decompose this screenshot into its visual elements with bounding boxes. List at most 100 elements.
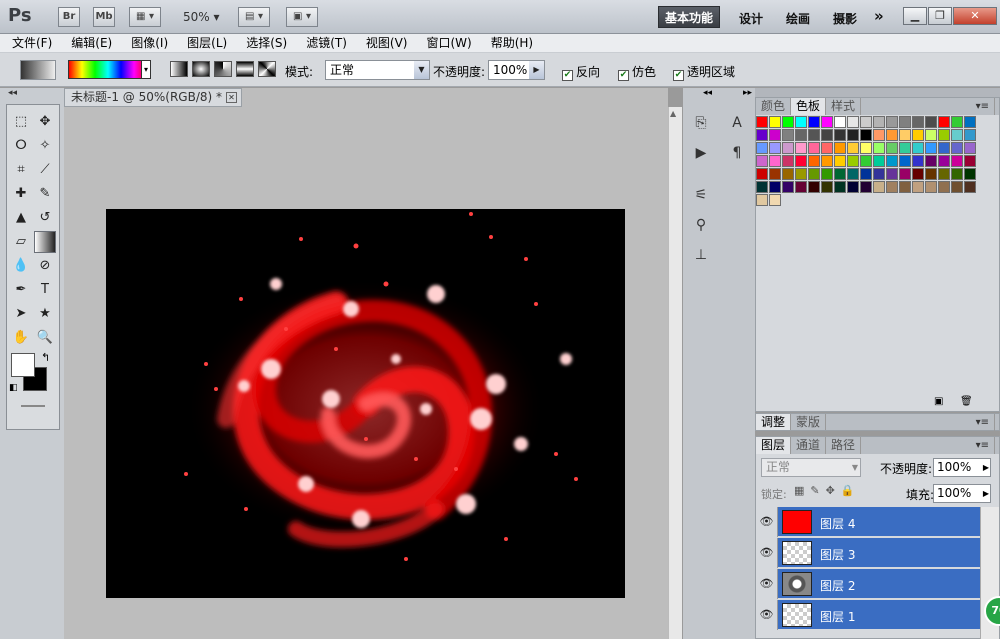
- visibility-eye-icon[interactable]: 👁: [756, 569, 778, 599]
- color-swatch[interactable]: [938, 142, 950, 154]
- color-swatch[interactable]: [938, 155, 950, 167]
- slider-arrow-icon[interactable]: ▶: [529, 61, 544, 79]
- color-swatch[interactable]: [873, 116, 885, 128]
- workspace-design[interactable]: 设计: [739, 10, 763, 27]
- diamond-gradient-icon[interactable]: [258, 61, 276, 77]
- color-swatch[interactable]: [756, 194, 768, 206]
- screen-mode-icon[interactable]: ▣ ▾: [286, 7, 318, 27]
- vertical-scrollbar[interactable]: ▲: [668, 107, 682, 639]
- lock-image-icon[interactable]: ✎: [810, 484, 825, 497]
- magic-wand-tool-icon[interactable]: ✧: [34, 135, 56, 157]
- move-tool-icon[interactable]: ✥: [34, 111, 56, 133]
- layer-row-3[interactable]: 👁 图层 3: [756, 538, 980, 568]
- color-swatch[interactable]: [769, 116, 781, 128]
- color-swatch[interactable]: [899, 142, 911, 154]
- color-swatch[interactable]: [925, 129, 937, 141]
- visibility-eye-icon[interactable]: 👁: [756, 600, 778, 630]
- marquee-tool-icon[interactable]: ⬚: [10, 111, 32, 133]
- color-swatch[interactable]: [860, 129, 872, 141]
- color-swatch[interactable]: [808, 142, 820, 154]
- tab-adjustments[interactable]: 调整: [756, 414, 792, 430]
- color-swatch[interactable]: [769, 168, 781, 180]
- color-swatch[interactable]: [821, 142, 833, 154]
- color-swatch[interactable]: [925, 181, 937, 193]
- menu-edit[interactable]: 编辑(E): [71, 34, 112, 52]
- color-swatch[interactable]: [756, 181, 768, 193]
- color-swatch[interactable]: [860, 142, 872, 154]
- color-swatch[interactable]: [808, 129, 820, 141]
- color-swatch[interactable]: [860, 168, 872, 180]
- clone-stamp-tool-icon[interactable]: ▲: [10, 207, 32, 229]
- actions-panel-icon[interactable]: ▶: [689, 142, 713, 164]
- color-swatch[interactable]: [834, 155, 846, 167]
- new-swatch-icon[interactable]: ▣: [934, 396, 943, 407]
- lock-all-icon[interactable]: 🔒: [841, 484, 861, 497]
- collapse-tools-icon[interactable]: ◂◂: [8, 88, 17, 98]
- brush-tool-icon[interactable]: ✎: [34, 183, 56, 205]
- color-swatch[interactable]: [964, 116, 976, 128]
- type-tool-icon[interactable]: T: [34, 279, 56, 301]
- bridge-button[interactable]: Br: [58, 7, 80, 27]
- zoom-level[interactable]: 50% ▾: [183, 10, 220, 24]
- reverse-checkbox[interactable]: ✔ 反向: [562, 63, 600, 81]
- color-swatch[interactable]: [886, 129, 898, 141]
- color-swatch[interactable]: [769, 129, 781, 141]
- tab-swatches[interactable]: 色板: [791, 98, 827, 115]
- color-swatch[interactable]: [860, 155, 872, 167]
- tool-presets-icon[interactable]: ⊥: [689, 244, 713, 266]
- color-swatch[interactable]: [873, 142, 885, 154]
- color-swatch[interactable]: [821, 168, 833, 180]
- reflected-gradient-icon[interactable]: [236, 61, 254, 77]
- color-swatch[interactable]: [964, 142, 976, 154]
- color-swatch[interactable]: [847, 116, 859, 128]
- color-swatch[interactable]: [938, 181, 950, 193]
- minimize-icon[interactable]: ▁: [903, 7, 927, 25]
- tool-preset-picker[interactable]: [20, 60, 56, 80]
- color-swatch[interactable]: [886, 142, 898, 154]
- mini-bridge-button[interactable]: Mb: [93, 7, 115, 27]
- expand-dock-icon[interactable]: ◂◂: [703, 88, 712, 98]
- color-swatch[interactable]: [808, 168, 820, 180]
- color-swatch[interactable]: [860, 181, 872, 193]
- color-swatch[interactable]: [925, 168, 937, 180]
- document-tab[interactable]: 未标题-1 @ 50%(RGB/8) * ✕: [64, 88, 242, 107]
- transparency-checkbox[interactable]: ✔ 透明区域: [673, 63, 735, 81]
- swap-colors-icon[interactable]: ↰: [41, 351, 50, 364]
- color-swatch[interactable]: [912, 142, 924, 154]
- color-swatch[interactable]: [769, 194, 781, 206]
- color-swatch[interactable]: [886, 168, 898, 180]
- gradient-editor-swatch[interactable]: [68, 60, 148, 79]
- paragraph-panel-icon[interactable]: ¶: [725, 142, 749, 164]
- color-swatch[interactable]: [886, 155, 898, 167]
- color-swatch[interactable]: [886, 181, 898, 193]
- color-swatch[interactable]: [834, 116, 846, 128]
- character-panel-icon[interactable]: A: [725, 112, 749, 134]
- menu-layer[interactable]: 图层(L): [187, 34, 227, 52]
- color-swatch[interactable]: [795, 116, 807, 128]
- linear-gradient-icon[interactable]: [170, 61, 188, 77]
- tab-styles[interactable]: 样式: [826, 98, 862, 115]
- tab-channels[interactable]: 通道: [791, 437, 827, 454]
- radial-gradient-icon[interactable]: [192, 61, 210, 77]
- menu-window[interactable]: 窗口(W): [426, 34, 471, 52]
- color-swatch[interactable]: [964, 181, 976, 193]
- color-swatch[interactable]: [964, 155, 976, 167]
- default-colors-icon[interactable]: ◧: [9, 383, 18, 393]
- menu-filter[interactable]: 滤镜(T): [306, 34, 347, 52]
- slider-arrow-icon[interactable]: ▶: [983, 459, 989, 476]
- color-swatch[interactable]: [951, 155, 963, 167]
- blur-tool-icon[interactable]: 💧: [10, 255, 32, 277]
- menu-help[interactable]: 帮助(H): [491, 34, 533, 52]
- foreground-color-swatch[interactable]: [11, 353, 35, 377]
- color-swatch[interactable]: [821, 155, 833, 167]
- collapse-dock-icon[interactable]: ▸▸: [743, 88, 752, 98]
- color-swatch[interactable]: [912, 181, 924, 193]
- color-swatch[interactable]: [756, 116, 768, 128]
- color-swatch[interactable]: [795, 181, 807, 193]
- tab-layers[interactable]: 图层: [756, 437, 792, 454]
- color-swatch[interactable]: [964, 129, 976, 141]
- history-brush-tool-icon[interactable]: ↺: [34, 207, 56, 229]
- color-swatch[interactable]: [782, 155, 794, 167]
- menu-image[interactable]: 图像(I): [131, 34, 168, 52]
- color-swatch[interactable]: [834, 181, 846, 193]
